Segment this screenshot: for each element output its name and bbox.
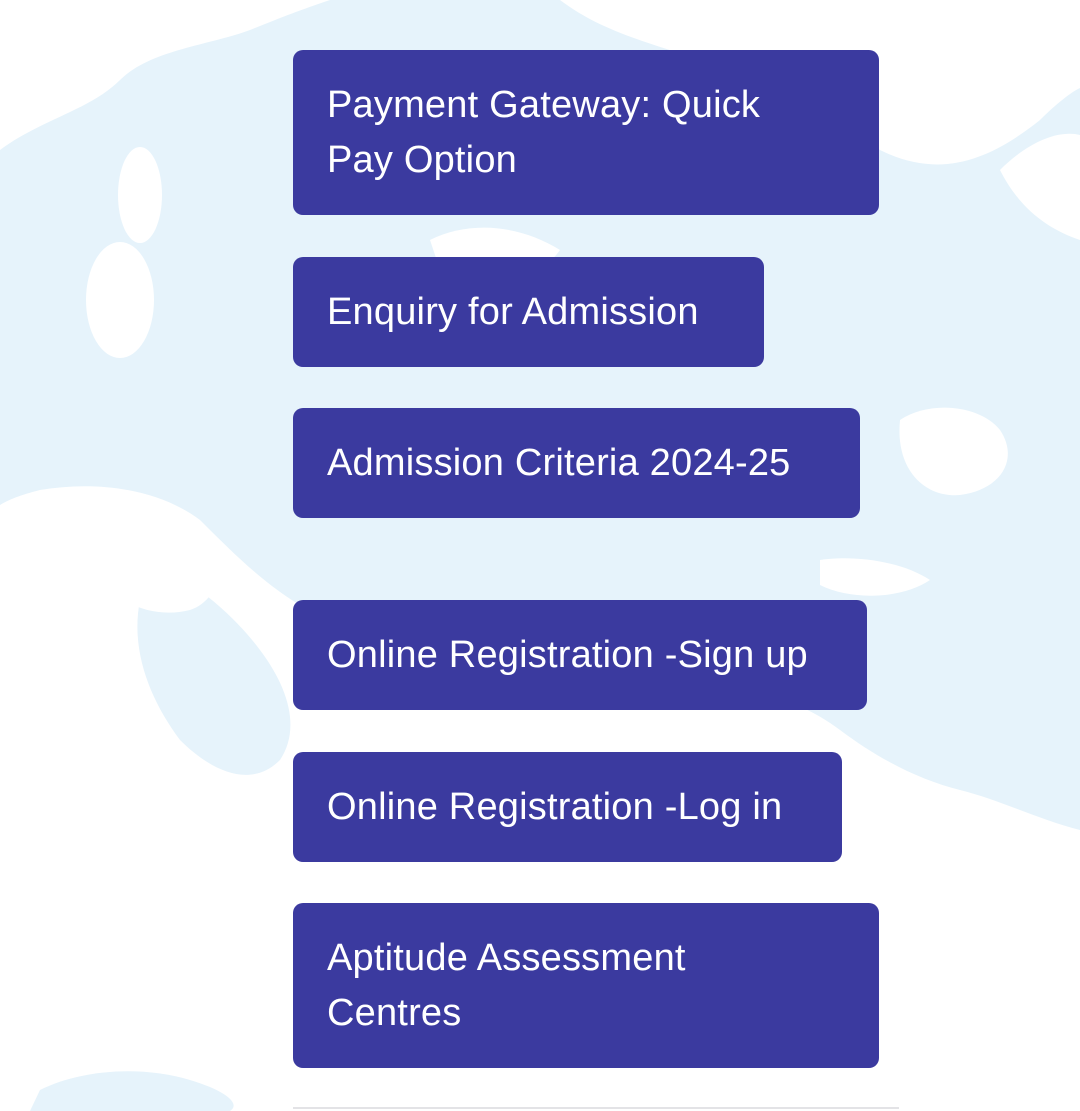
signup-label: Online Registration -Sign up	[327, 633, 808, 676]
payment-gateway-quick-pay-button[interactable]: Payment Gateway: Quick Pay Option	[293, 50, 879, 215]
login-label: Online Registration -Log in	[327, 785, 783, 828]
payment-gateway-label: Payment Gateway: Quick Pay Option	[327, 83, 761, 181]
aptitude-label: Aptitude Assessment Centres	[327, 936, 686, 1034]
online-registration-login-button[interactable]: Online Registration -Log in	[293, 752, 842, 862]
enquiry-for-admission-button[interactable]: Enquiry for Admission	[293, 257, 764, 367]
aptitude-assessment-centres-button[interactable]: Aptitude Assessment Centres	[293, 903, 879, 1068]
bottom-divider	[293, 1107, 899, 1109]
enquiry-label: Enquiry for Admission	[327, 290, 699, 333]
online-registration-signup-button[interactable]: Online Registration -Sign up	[293, 600, 867, 710]
admission-criteria-label: Admission Criteria 2024-25	[327, 441, 791, 484]
admission-criteria-button[interactable]: Admission Criteria 2024-25	[293, 408, 860, 518]
